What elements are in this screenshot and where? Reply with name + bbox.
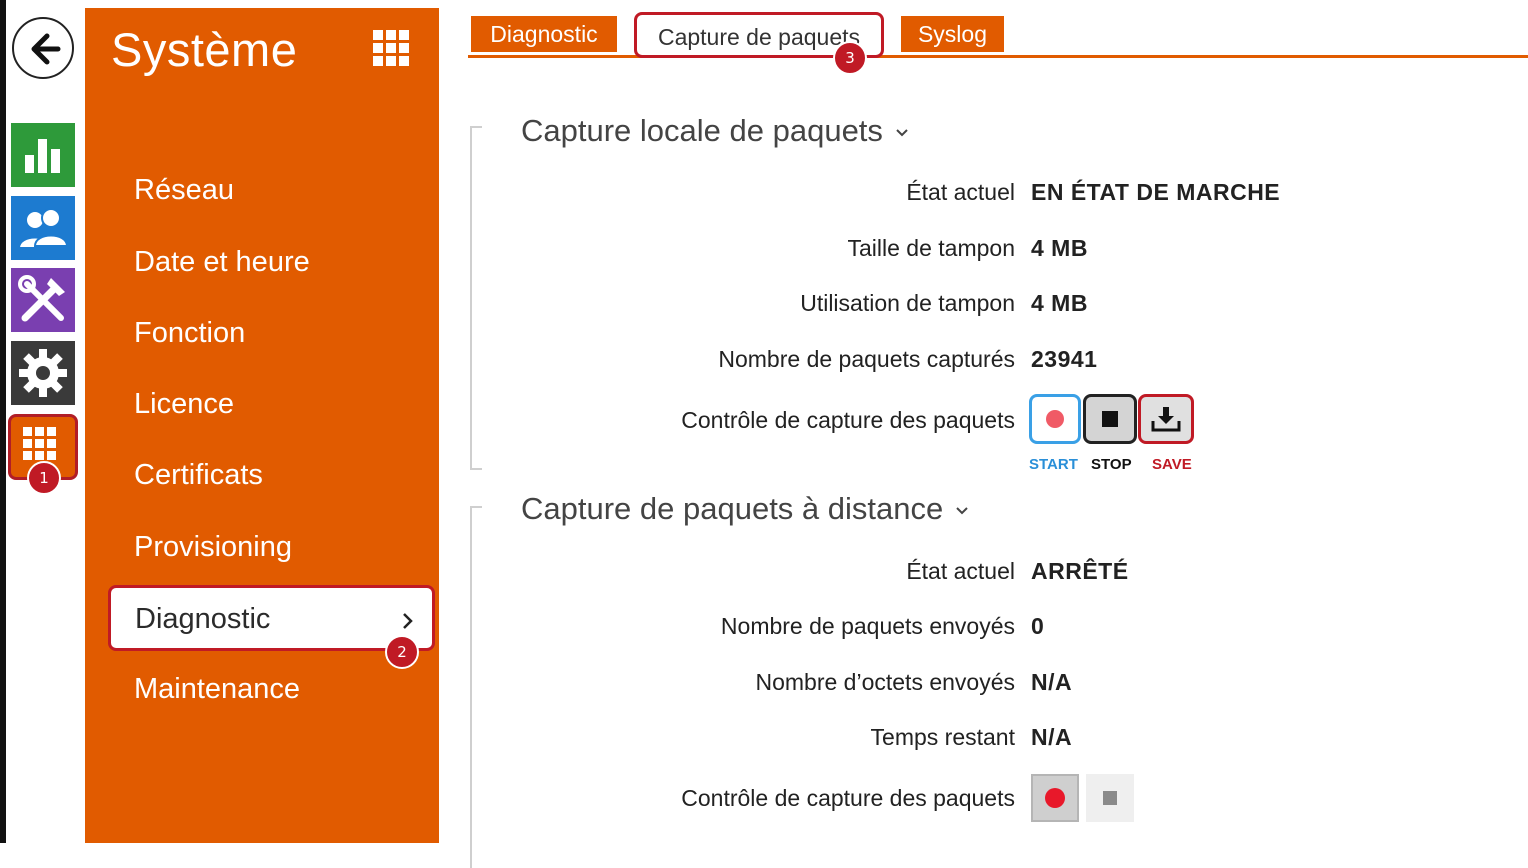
local-start-button[interactable] <box>1029 394 1081 444</box>
remote-time-left-label: Temps restant <box>870 724 1015 750</box>
local-save-button[interactable] <box>1138 394 1194 444</box>
local-packets-captured-value: 23941 <box>1031 346 1098 372</box>
rail-hardware-button[interactable] <box>11 341 75 405</box>
sidebar-item-provisioning[interactable]: Provisioning <box>134 531 292 564</box>
remote-time-left-value: N/A <box>1031 724 1073 750</box>
sidebar-item-reseau[interactable]: Réseau <box>134 174 234 207</box>
rail-services-button[interactable] <box>11 268 75 332</box>
tab-diagnostic[interactable]: Diagnostic <box>471 16 617 52</box>
sidebar-item-licence[interactable]: Licence <box>134 388 234 421</box>
sidebar-item-certificats[interactable]: Certificats <box>134 459 263 492</box>
window-edge <box>0 0 6 843</box>
stop-icon <box>1102 411 1118 427</box>
apps-grid-icon[interactable] <box>373 30 409 66</box>
section-title-remote[interactable]: Capture de paquets à distance <box>521 491 969 527</box>
tab-underline <box>468 55 1528 58</box>
local-state-label: État actuel <box>906 179 1015 205</box>
step-badge-1: 1 <box>27 461 61 495</box>
record-icon <box>1045 788 1065 808</box>
rail-status-button[interactable] <box>11 123 75 187</box>
local-packets-captured-label: Nombre de paquets capturés <box>718 346 1015 372</box>
remote-bytes-sent-value: N/A <box>1031 669 1073 695</box>
sidebar-item-fonction[interactable]: Fonction <box>134 317 245 350</box>
step-badge-3: 3 <box>833 41 867 75</box>
chevron-down-icon <box>956 507 968 515</box>
services-tools-icon <box>18 275 65 322</box>
sidebar-item-date-et-heure[interactable]: Date et heure <box>134 246 310 279</box>
chevron-down-icon <box>896 129 908 137</box>
system-sidebar: Système Réseau Date et heure Fonction Li… <box>85 8 439 843</box>
tab-syslog[interactable]: Syslog <box>901 16 1004 52</box>
local-stop-button[interactable] <box>1083 394 1137 444</box>
remote-control-label: Contrôle de capture des paquets <box>681 785 1015 811</box>
start-caption: START <box>1029 456 1078 473</box>
local-buffer-size-label: Taille de tampon <box>847 235 1016 261</box>
remote-start-button[interactable] <box>1031 774 1079 822</box>
download-icon <box>1151 407 1181 432</box>
hardware-gear-icon <box>19 349 67 397</box>
save-caption: SAVE <box>1152 456 1192 473</box>
rail-users-button[interactable] <box>11 196 75 260</box>
sidebar-item-label: Diagnostic <box>135 603 271 635</box>
local-buffer-size-value: 4 MB <box>1031 235 1088 261</box>
step-badge-2: 2 <box>385 635 419 669</box>
users-icon <box>17 208 69 249</box>
remote-stop-button[interactable] <box>1086 774 1134 822</box>
section-title-local[interactable]: Capture locale de paquets <box>521 113 909 149</box>
chevron-right-icon <box>403 613 413 629</box>
sidebar-item-maintenance[interactable]: Maintenance <box>134 673 300 706</box>
remote-state-value: ARRÊTÉ <box>1031 558 1129 584</box>
local-buffer-usage-value: 4 MB <box>1031 290 1088 316</box>
section-bracket-local <box>470 126 482 470</box>
remote-bytes-sent-label: Nombre d’octets envoyés <box>755 669 1015 695</box>
remote-state-label: État actuel <box>906 558 1015 584</box>
section-bracket-remote <box>470 506 482 868</box>
local-state-value: EN ÉTAT DE MARCHE <box>1031 179 1281 205</box>
status-chart-icon <box>25 139 60 173</box>
sidebar-title: Système <box>111 23 298 76</box>
section-title-local-text: Capture locale de paquets <box>521 113 883 148</box>
back-arrow-icon <box>31 33 61 65</box>
record-icon <box>1046 410 1064 428</box>
stop-caption: STOP <box>1091 456 1132 473</box>
icon-rail: 1 <box>0 0 84 843</box>
section-title-remote-text: Capture de paquets à distance <box>521 491 944 526</box>
local-control-label: Contrôle de capture des paquets <box>681 407 1015 433</box>
remote-packets-sent-value: 0 <box>1031 613 1045 639</box>
local-buffer-usage-label: Utilisation de tampon <box>800 290 1015 316</box>
back-button[interactable] <box>12 17 74 79</box>
stop-icon <box>1103 791 1117 805</box>
remote-packets-sent-label: Nombre de paquets envoyés <box>720 613 1015 639</box>
sidebar-item-diagnostic[interactable]: Diagnostic <box>108 585 435 651</box>
